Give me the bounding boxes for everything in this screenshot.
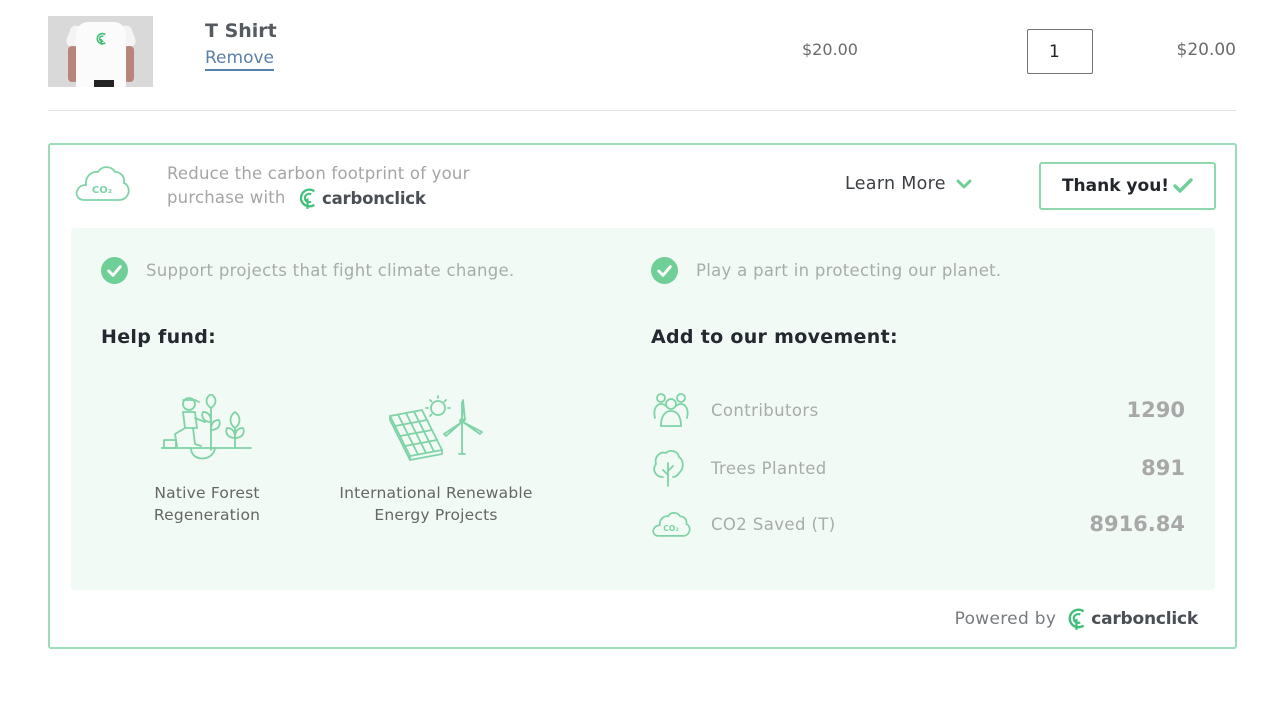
renewable-energy-icon <box>389 395 483 461</box>
project-label: Native Forest Regeneration <box>107 482 307 526</box>
project-label-line: Regeneration <box>153 506 261 524</box>
co2-cloud-icon: CO₂ <box>75 166 130 201</box>
powered-by: Powered by carbonclick <box>955 607 1198 631</box>
project-label-line: Native Forest <box>154 484 260 502</box>
quantity-input[interactable] <box>1027 29 1093 74</box>
product-name[interactable]: T Shirt <box>205 20 277 42</box>
carbonclick-brand: carbonclick <box>297 187 426 211</box>
help-fund-title: Help fund: <box>101 326 217 348</box>
line-total: $20.00 <box>1176 40 1236 60</box>
learn-more-panel: Support projects that fight climate chan… <box>71 228 1215 590</box>
stat-label: Contributors <box>711 400 819 420</box>
carbonclick-brand-link[interactable]: carbonclick <box>1066 607 1198 631</box>
unit-price: $20.00 <box>802 40 858 59</box>
stat-label: CO2 Saved (T) <box>711 514 836 534</box>
powered-by-label: Powered by <box>954 609 1057 629</box>
brand-name: carbonclick <box>322 188 426 208</box>
project-renewable-energy: International Renewable Energy Projects <box>336 394 536 526</box>
stat-icon-wrapper <box>651 449 711 487</box>
svg-text:CO₂: CO₂ <box>92 185 112 196</box>
project-label-line: Energy Projects <box>374 506 498 524</box>
check-circle-icon <box>101 257 128 284</box>
learn-more-toggle[interactable]: Learn More <box>845 174 972 194</box>
people-icon <box>653 393 689 427</box>
check-circle-icon <box>651 257 678 284</box>
movement-title: Add to our movement: <box>651 326 898 348</box>
learn-more-label: Learn More <box>845 174 946 194</box>
project-label: International Renewable Energy Projects <box>336 482 536 526</box>
carbon-offset-widget: CO₂ Reduce the carbon footprint of your … <box>48 143 1237 649</box>
project-native-forest: Native Forest Regeneration <box>107 393 307 526</box>
cart-line-item: T Shirt Remove $20.00 $20.00 <box>48 16 1236 111</box>
chevron-down-icon <box>956 179 972 188</box>
benefit-item: Play a part in protecting our planet. <box>651 257 1001 284</box>
co2-cloud-icon: CO₂ <box>652 512 691 537</box>
benefit-text: Play a part in protecting our planet. <box>696 261 1002 280</box>
carbonclick-logo-icon <box>1068 608 1085 630</box>
forest-planting-icon <box>160 393 252 460</box>
carbonclick-logo-icon <box>96 32 106 45</box>
widget-intro: Reduce the carbon footprint of your purc… <box>167 162 487 211</box>
checkmark-icon <box>1173 178 1193 193</box>
stat-value: 891 <box>1141 456 1185 480</box>
model-pants <box>94 80 114 87</box>
stat-icon-wrapper: CO₂ <box>651 510 711 538</box>
stat-value: 8916.84 <box>1089 512 1185 536</box>
benefit-text: Support projects that fight climate chan… <box>146 261 515 280</box>
stat-co2-saved: CO₂ CO2 Saved (T) 8916.84 <box>651 504 1185 544</box>
stat-trees-planted: Trees Planted 891 <box>651 448 1185 488</box>
stat-value: 1290 <box>1126 398 1185 422</box>
thank-you-label: Thank you! <box>1061 176 1170 196</box>
project-label-line: International Renewable <box>339 484 533 502</box>
remove-item-link[interactable]: Remove <box>205 47 274 71</box>
stat-icon-wrapper <box>651 392 711 428</box>
brand-name: carbonclick <box>1091 609 1198 629</box>
thank-you-button[interactable]: Thank you! <box>1039 162 1216 210</box>
stat-contributors: Contributors 1290 <box>651 390 1185 430</box>
stat-label: Trees Planted <box>711 458 827 478</box>
carbonclick-logo-icon <box>299 188 315 209</box>
benefit-item: Support projects that fight climate chan… <box>101 257 515 284</box>
svg-text:CO₂: CO₂ <box>663 524 679 533</box>
tree-icon <box>653 450 684 487</box>
product-thumbnail[interactable] <box>48 16 153 87</box>
